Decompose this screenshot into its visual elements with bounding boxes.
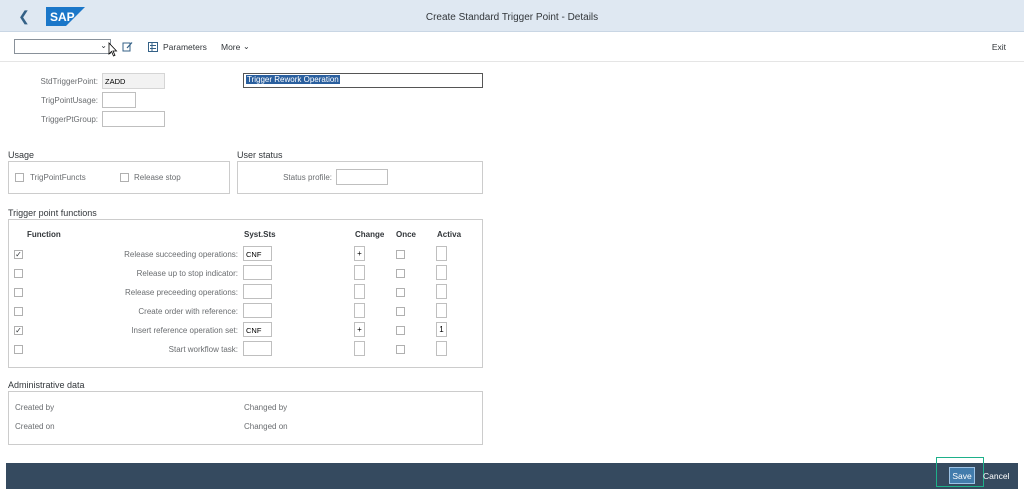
once-checkbox[interactable] (396, 345, 405, 354)
description-field[interactable]: Trigger Rework Operation (243, 73, 483, 88)
more-button[interactable]: More (221, 42, 240, 52)
trigger-pt-group-label: TriggerPtGroup: (40, 115, 98, 124)
trigger-functions-title: Trigger point functions (8, 208, 97, 218)
function-row-checkbox[interactable] (14, 345, 23, 354)
changed-by-label: Changed by (244, 403, 288, 412)
once-checkbox[interactable] (396, 250, 405, 259)
usage-title: Usage (8, 150, 35, 160)
status-profile-label: Status profile: (283, 173, 332, 182)
activa-field[interactable]: 1 (436, 322, 447, 337)
change-field[interactable] (354, 284, 365, 299)
function-column-header: Function (27, 230, 61, 239)
created-by-label: Created by (15, 403, 55, 412)
activa-field[interactable] (436, 341, 447, 356)
function-row-label: Release succeeding operations: (124, 250, 238, 259)
std-trigger-point-field[interactable]: ZADD (102, 73, 165, 89)
parameters-button[interactable]: Parameters (163, 42, 207, 52)
syst-sts-field[interactable]: CNF (243, 246, 272, 261)
function-row-checkbox[interactable]: ✓ (14, 250, 23, 259)
std-trigger-point-label: StdTriggerPoint: (40, 77, 98, 86)
function-row-checkbox[interactable] (14, 269, 23, 278)
trigger-pt-group-field[interactable] (102, 111, 165, 127)
syst-sts-field[interactable] (243, 265, 272, 280)
trig-point-functs-label: TrigPointFuncts (30, 173, 86, 182)
function-row-checkbox[interactable]: ✓ (14, 326, 23, 335)
variant-select[interactable]: ⌄ (14, 39, 111, 54)
created-on-label: Created on (15, 422, 55, 431)
save-button[interactable]: Save (949, 467, 975, 484)
function-row-checkbox[interactable] (14, 288, 23, 297)
cancel-button[interactable]: Cancel (983, 471, 1009, 481)
syst-sts-field[interactable] (243, 341, 272, 356)
activa-field[interactable] (436, 284, 447, 299)
trig-point-usage-field[interactable] (102, 92, 136, 108)
status-profile-field[interactable] (336, 169, 388, 185)
change-field[interactable]: + (354, 246, 365, 261)
activa-field[interactable] (436, 303, 447, 318)
mouse-cursor-icon (108, 42, 118, 57)
activa-column-header: Activa (437, 230, 462, 239)
once-checkbox[interactable] (396, 307, 405, 316)
admin-title: Administrative data (8, 380, 85, 390)
change-field[interactable] (354, 265, 365, 280)
function-row-label: Start workflow task: (168, 345, 238, 354)
activa-field[interactable] (436, 265, 447, 280)
release-stop-checkbox[interactable] (120, 173, 129, 182)
change-field[interactable] (354, 303, 365, 318)
exit-button[interactable]: Exit (992, 42, 1006, 52)
user-status-title: User status (237, 150, 283, 160)
activa-field[interactable] (436, 246, 447, 261)
trig-point-functs-checkbox[interactable] (15, 173, 24, 182)
once-checkbox[interactable] (396, 288, 405, 297)
edit-icon[interactable] (122, 41, 133, 52)
syst-sts-column-header: Syst.Sts (244, 230, 276, 239)
change-column-header: Change (355, 230, 385, 239)
page-title: Create Standard Trigger Point - Details (425, 12, 599, 23)
trig-point-usage-label: TrigPointUsage: (40, 96, 98, 105)
once-checkbox[interactable] (396, 326, 405, 335)
syst-sts-field[interactable]: CNF (243, 322, 272, 337)
function-row-label: Release up to stop indicator: (136, 269, 238, 278)
change-field[interactable] (354, 341, 365, 356)
function-row-label: Create order with reference: (138, 307, 238, 316)
chevron-down-icon: ⌄ (243, 42, 250, 51)
admin-group (8, 391, 483, 445)
once-column-header: Once (396, 230, 417, 239)
changed-on-label: Changed on (244, 422, 288, 431)
syst-sts-field[interactable] (243, 303, 272, 318)
parameters-icon[interactable] (148, 42, 158, 52)
footer-bar (6, 463, 1018, 489)
change-field[interactable]: + (354, 322, 365, 337)
function-row-label: Insert reference operation set: (131, 326, 238, 335)
function-row-label: Release preceeding operations: (125, 288, 238, 297)
once-checkbox[interactable] (396, 269, 405, 278)
syst-sts-field[interactable] (243, 284, 272, 299)
release-stop-label: Release stop (134, 173, 181, 182)
shell-bar: ❮ SAP Create Standard Trigger Point - De… (0, 0, 1024, 32)
description-value: Trigger Rework Operation (246, 75, 340, 84)
function-row-checkbox[interactable] (14, 307, 23, 316)
chevron-down-icon: ⌄ (100, 41, 107, 50)
